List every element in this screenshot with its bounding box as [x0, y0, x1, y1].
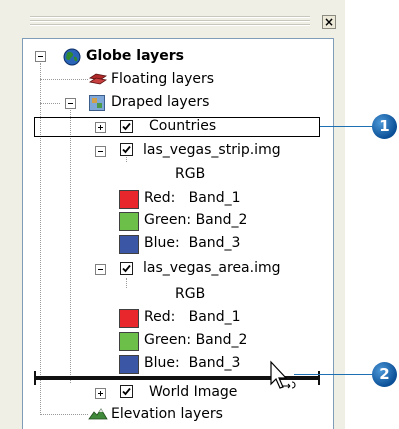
red-band-label: Red: Band_1 — [144, 190, 241, 206]
floating-layers-label[interactable]: Floating layers — [111, 70, 214, 88]
collapse-las-vegas-strip-button[interactable] — [95, 146, 106, 157]
globe-layers-label[interactable]: Globe layers — [86, 47, 184, 65]
world-image-checkbox[interactable] — [120, 385, 133, 398]
globe-icon — [63, 48, 81, 70]
elevation-layers-label[interactable]: Elevation layers — [111, 405, 223, 423]
window-left-edge — [0, 0, 22, 429]
draped-layers-icon — [89, 95, 105, 115]
red-band-label: Red: Band_1 — [144, 309, 241, 325]
tree-line — [40, 103, 60, 104]
las-vegas-area-label[interactable]: las_vegas_area.img — [143, 259, 281, 277]
blue-band-label: Blue: Band_3 — [144, 355, 241, 371]
green-band-label: Green: Band_2 — [144, 212, 248, 228]
floating-layers-icon — [88, 72, 108, 92]
tree-line — [40, 414, 88, 415]
tree-line — [40, 63, 41, 413]
green-band-label: Green: Band_2 — [144, 332, 248, 348]
blue-band-swatch[interactable] — [119, 355, 139, 374]
collapse-draped-layers-button[interactable] — [65, 98, 76, 109]
grip-line — [30, 24, 310, 26]
las-vegas-area-checkbox[interactable] — [120, 262, 133, 275]
las-vegas-strip-label[interactable]: las_vegas_strip.img — [143, 141, 281, 159]
callout-2-leader — [294, 374, 374, 375]
close-icon: × — [323, 15, 335, 29]
tree-line — [40, 79, 88, 80]
green-band-swatch[interactable] — [119, 332, 139, 351]
renderer-label: RGB — [175, 166, 206, 182]
green-band-swatch[interactable] — [119, 212, 139, 231]
close-button[interactable]: × — [322, 15, 336, 29]
tree-line — [70, 110, 71, 383]
drag-cursor-icon — [268, 360, 302, 400]
dock-title-bar[interactable]: × — [22, 10, 338, 36]
blue-band-label: Blue: Band_3 — [144, 235, 241, 251]
las-vegas-strip-checkbox[interactable] — [120, 143, 133, 156]
grip-line — [30, 20, 310, 22]
collapse-las-vegas-area-button[interactable] — [95, 264, 106, 275]
tree-line — [126, 278, 127, 288]
grip-line — [30, 16, 310, 18]
callout-2-badge: 2 — [372, 362, 397, 387]
red-band-swatch[interactable] — [119, 190, 139, 209]
callout-1-leader — [320, 126, 374, 127]
blue-band-swatch[interactable] — [119, 235, 139, 254]
callout-1-number: 1 — [379, 117, 390, 135]
countries-checkbox[interactable] — [120, 120, 133, 133]
renderer-label: RGB — [175, 286, 206, 302]
world-image-label[interactable]: World Image — [149, 383, 237, 401]
elevation-layers-icon — [88, 407, 108, 425]
expand-world-image-button[interactable] — [95, 388, 106, 399]
callout-2-number: 2 — [379, 365, 390, 383]
drop-line-left-cap — [34, 371, 36, 385]
collapse-globe-layers-button[interactable] — [35, 51, 46, 62]
callout-1-badge: 1 — [372, 114, 397, 139]
expand-countries-button[interactable] — [95, 122, 106, 133]
draped-layers-label[interactable]: Draped layers — [111, 93, 209, 111]
red-band-swatch[interactable] — [119, 309, 139, 328]
countries-label[interactable]: Countries — [149, 117, 216, 135]
